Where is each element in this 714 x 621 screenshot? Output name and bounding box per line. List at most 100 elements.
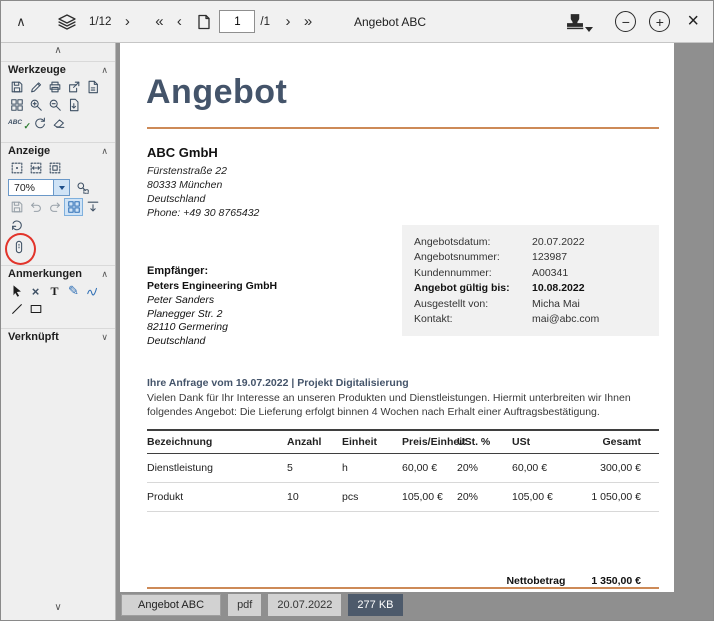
spellcheck-icon[interactable]: ABC✓ bbox=[8, 120, 29, 127]
top-toolbar: ∧ 1/12 › « ‹ /1 › » Angebot ABC − + × bbox=[1, 1, 713, 43]
net-total-row: Nettobetrag 1 350,00 € bbox=[147, 575, 659, 587]
prev-page-icon[interactable]: ‹ bbox=[169, 9, 189, 35]
fit-page-icon[interactable] bbox=[8, 160, 25, 176]
section-header-anmerkungen[interactable]: Anmerkungen ∧ bbox=[1, 265, 115, 282]
cell: 10 bbox=[287, 491, 342, 503]
document-title-label: Angebot ABC bbox=[354, 15, 426, 29]
tiles-icon[interactable] bbox=[8, 97, 25, 113]
sidebar-scroll-down-icon[interactable]: ∨ bbox=[1, 600, 115, 616]
footer-divider bbox=[147, 587, 659, 589]
document-viewport[interactable]: Angebot ABC GmbH Fürstenstraße 22 80333 … bbox=[116, 43, 713, 620]
zoom-value: 70% bbox=[9, 182, 53, 194]
heading-divider bbox=[147, 127, 659, 129]
eraser-icon[interactable] bbox=[50, 115, 67, 131]
annotation-row-1: × T ✎ bbox=[1, 282, 115, 300]
print-icon[interactable] bbox=[46, 79, 63, 95]
file-info-bar: Angebot ABC pdf 20.07.2022 277 KB bbox=[121, 594, 403, 616]
stamp-icon[interactable] bbox=[564, 13, 586, 30]
collapse-icon: ∧ bbox=[101, 65, 108, 76]
col-header: USt bbox=[512, 436, 567, 448]
save-icon[interactable] bbox=[8, 79, 25, 95]
page-number-input[interactable] bbox=[219, 10, 255, 33]
pan-tool-icon[interactable] bbox=[65, 199, 82, 215]
redo-icon[interactable] bbox=[46, 199, 63, 215]
table-row: Dienstleistung 5 h 60,00 € 20% 60,00 € 3… bbox=[147, 454, 659, 483]
actual-size-icon[interactable] bbox=[46, 160, 63, 176]
recipient-line: Deutschland bbox=[147, 335, 277, 349]
zoom-region-icon[interactable] bbox=[74, 180, 91, 196]
text-tool-icon[interactable]: T bbox=[46, 284, 63, 299]
net-total-value: 1 350,00 € bbox=[591, 575, 641, 587]
view-tools-row bbox=[1, 198, 115, 216]
stamp-dropdown-caret[interactable] bbox=[585, 27, 593, 32]
file-size-badge: 277 KB bbox=[348, 594, 402, 616]
fit-width-icon[interactable] bbox=[27, 160, 44, 176]
tools-row-3: ABC✓ bbox=[1, 114, 115, 132]
cell: h bbox=[342, 462, 402, 474]
sender-line: Phone: +49 30 8765432 bbox=[147, 206, 259, 220]
download-document-icon[interactable] bbox=[65, 97, 82, 113]
rotate-page-icon[interactable] bbox=[8, 217, 25, 233]
collapse-toolbar-icon[interactable]: ∧ bbox=[11, 9, 31, 35]
recipient-line: Planegger Str. 2 bbox=[147, 308, 277, 322]
rectangle-tool-icon[interactable] bbox=[27, 301, 44, 317]
recipient-block: Empfänger: Peters Engineering GmbH Peter… bbox=[147, 265, 277, 348]
zoom-in-button[interactable]: + bbox=[649, 11, 670, 32]
layer-page-indicator: 1/12 bbox=[89, 16, 111, 28]
pen-tool-icon[interactable]: ✎ bbox=[65, 283, 82, 299]
cell: 300,00 € bbox=[567, 462, 659, 474]
section-label-anmerkungen: Anmerkungen bbox=[8, 268, 82, 280]
rotate-icon[interactable] bbox=[31, 115, 48, 131]
file-name-button[interactable]: Angebot ABC bbox=[121, 594, 221, 616]
close-icon[interactable]: × bbox=[683, 10, 703, 33]
save-view-icon[interactable] bbox=[8, 199, 25, 215]
layer-next-icon[interactable]: › bbox=[117, 9, 137, 35]
cell: pcs bbox=[342, 491, 402, 503]
undo-icon[interactable] bbox=[27, 199, 44, 215]
section-header-verknuepft[interactable]: Verknüpft ∨ bbox=[1, 328, 115, 345]
zoom-select[interactable]: 70% bbox=[8, 179, 70, 196]
sidebar-scroll-up-icon[interactable]: ∧ bbox=[1, 43, 115, 59]
edit-icon[interactable] bbox=[27, 79, 44, 95]
delete-annotation-icon[interactable]: × bbox=[27, 284, 44, 299]
rotate-row bbox=[1, 216, 115, 234]
zoom-in-tool-icon[interactable] bbox=[27, 97, 44, 113]
expand-icon: ∨ bbox=[101, 332, 108, 343]
subject-line: Ihre Anfrage vom 19.07.2022 | Projekt Di… bbox=[147, 377, 409, 389]
zoom-out-button[interactable]: − bbox=[615, 11, 636, 32]
recipient-line: Peter Sanders bbox=[147, 294, 277, 308]
section-header-werkzeuge[interactable]: Werkzeuge ∧ bbox=[1, 61, 115, 78]
freehand-curve-icon[interactable] bbox=[84, 283, 101, 299]
recipient-name: Peters Engineering GmbH bbox=[147, 280, 277, 292]
section-label-anzeige: Anzeige bbox=[8, 145, 50, 157]
next-page-icon[interactable]: › bbox=[278, 9, 298, 35]
sender-address: Fürstenstraße 22 80333 München Deutschla… bbox=[147, 164, 259, 220]
highlighted-tool-wrap bbox=[10, 239, 30, 255]
select-cursor-icon[interactable] bbox=[8, 283, 25, 299]
fit-height-icon[interactable] bbox=[84, 199, 101, 215]
toolbar-right-group: − + × bbox=[564, 10, 703, 33]
page-icon[interactable] bbox=[193, 9, 213, 35]
pdf-viewer-window: ∧ 1/12 › « ‹ /1 › » Angebot ABC − + × ∧ bbox=[0, 0, 714, 621]
cell: Produkt bbox=[147, 491, 287, 503]
sender-line: Fürstenstraße 22 bbox=[147, 164, 259, 178]
export-icon[interactable] bbox=[65, 79, 82, 95]
offer-info-box: Angebotsdatum:20.07.2022 Angebotsnummer:… bbox=[402, 225, 659, 336]
line-tool-icon[interactable] bbox=[8, 301, 25, 317]
zoom-out-tool-icon[interactable] bbox=[46, 97, 63, 113]
layers-icon[interactable] bbox=[57, 9, 77, 35]
info-row: Kontakt:mai@abc.com bbox=[414, 312, 659, 328]
file-date-badge: 20.07.2022 bbox=[268, 594, 341, 616]
info-row: Angebotsnummer:123987 bbox=[414, 250, 659, 266]
cell: 60,00 € bbox=[402, 462, 457, 474]
tools-row-1 bbox=[1, 78, 115, 96]
last-page-icon[interactable]: » bbox=[298, 9, 318, 35]
split-view-icon[interactable] bbox=[10, 239, 27, 255]
document-info-icon[interactable] bbox=[84, 79, 101, 95]
col-header: USt. % bbox=[457, 436, 512, 448]
section-header-anzeige[interactable]: Anzeige ∧ bbox=[1, 142, 115, 159]
first-page-icon[interactable]: « bbox=[149, 9, 169, 35]
section-label-werkzeuge: Werkzeuge bbox=[8, 64, 66, 76]
zoom-dropdown-arrow-icon[interactable] bbox=[53, 180, 69, 195]
document-page: Angebot ABC GmbH Fürstenstraße 22 80333 … bbox=[120, 43, 674, 592]
